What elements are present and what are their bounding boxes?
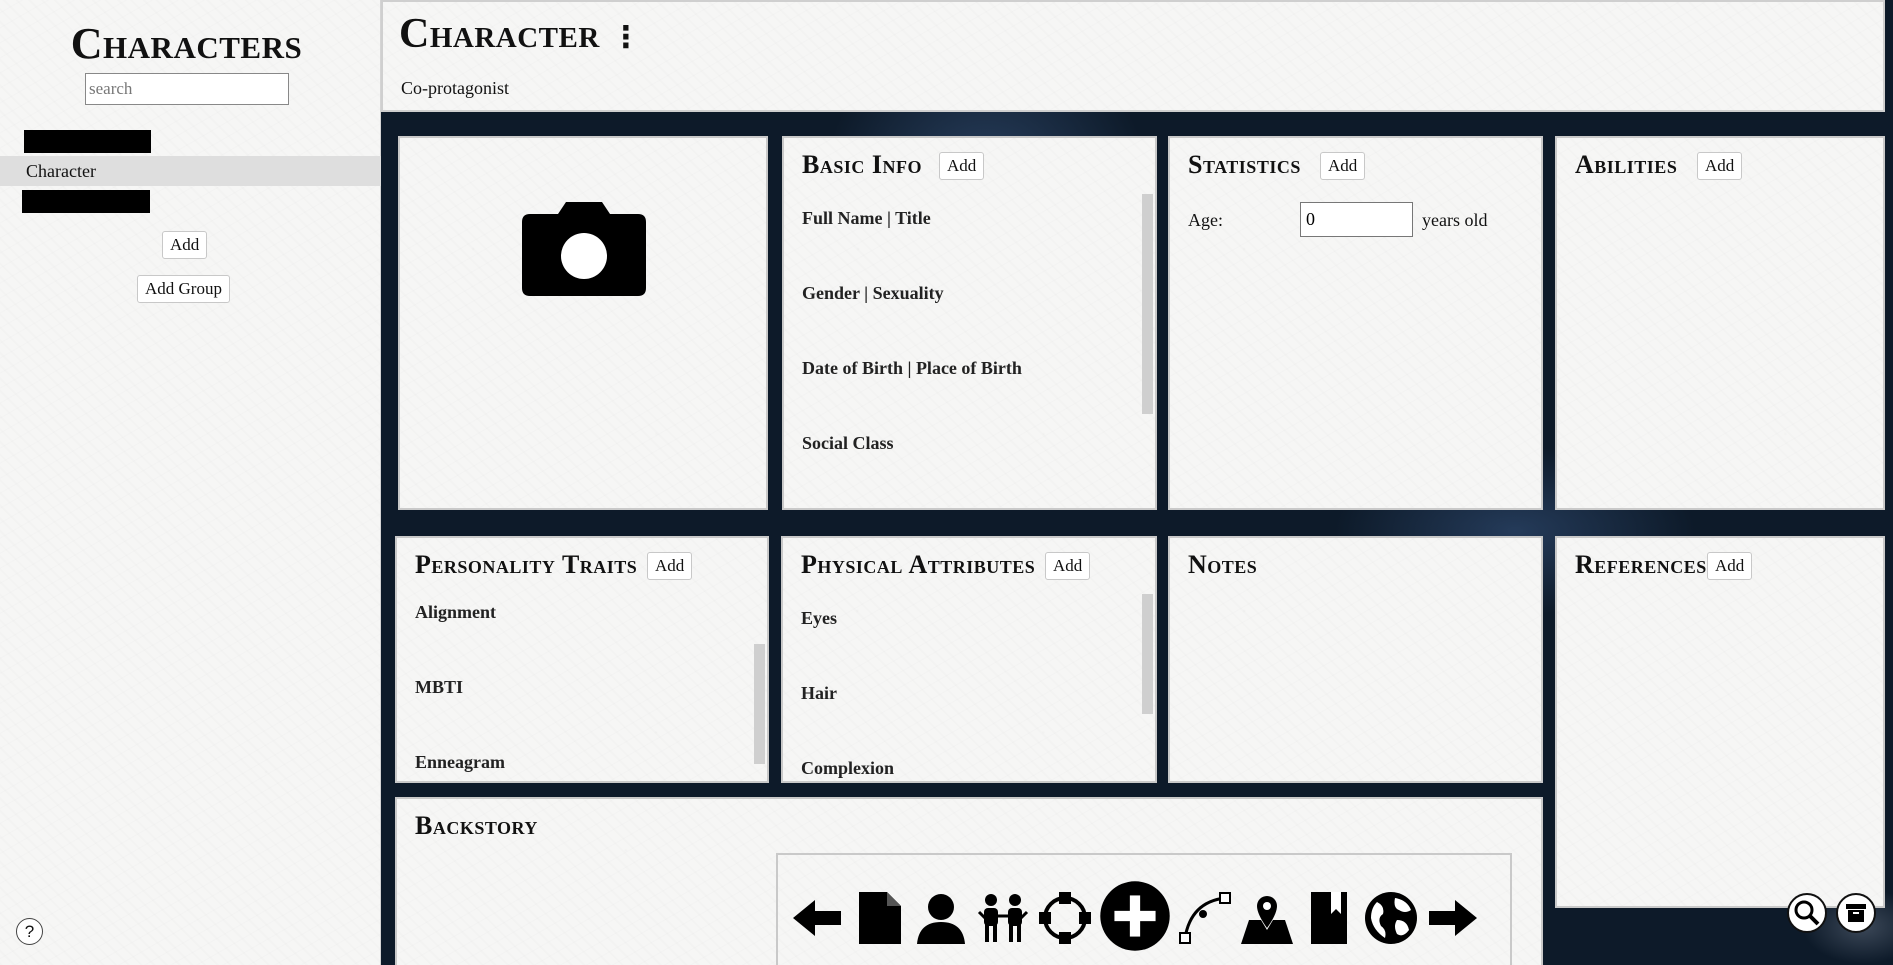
abilities-title: Abilities <box>1575 150 1678 179</box>
physical-add-button[interactable]: Add <box>1045 552 1091 580</box>
references-title: References <box>1575 550 1707 579</box>
document-icon[interactable] <box>850 889 908 947</box>
header-panel: Character ⋮ Co-protagonist <box>381 0 1885 112</box>
age-input[interactable] <box>1300 202 1413 237</box>
references-panel: References Add <box>1555 536 1885 908</box>
notes-title: Notes <box>1188 550 1258 579</box>
abilities-panel: Abilities Add <box>1555 136 1885 510</box>
field-social-class[interactable]: Social Class <box>802 433 894 454</box>
plus-circle-icon[interactable] <box>1098 879 1172 953</box>
scrollbar[interactable] <box>1142 194 1153 414</box>
navigation-toolbar <box>776 853 1512 965</box>
basic-info-panel: Basic Info Add Full Name | Title Gender … <box>782 136 1157 510</box>
search-icon <box>1794 900 1820 926</box>
scrollbar[interactable] <box>754 644 765 764</box>
arrow-right-icon[interactable] <box>1424 889 1482 947</box>
field-mbti[interactable]: MBTI <box>415 677 463 698</box>
field-full-name[interactable]: Full Name | Title <box>802 208 931 229</box>
add-button[interactable]: Add <box>162 231 208 259</box>
redacted-item[interactable] <box>24 130 151 153</box>
arrow-left-icon[interactable] <box>788 889 846 947</box>
map-pin-icon[interactable] <box>1238 889 1296 947</box>
camera-icon[interactable] <box>520 200 648 296</box>
field-gender[interactable]: Gender | Sexuality <box>802 283 944 304</box>
basic-info-add-button[interactable]: Add <box>939 152 985 180</box>
personality-panel: Personality Traits Add Alignment MBTI En… <box>395 536 769 783</box>
archive-button[interactable] <box>1836 893 1876 933</box>
circle-node-icon[interactable] <box>1036 889 1094 947</box>
page-subtitle: Co-protagonist <box>401 78 509 98</box>
age-label: Age: <box>1188 210 1223 230</box>
statistics-title: Statistics <box>1188 150 1301 179</box>
zoom-search-button[interactable] <box>1787 893 1827 933</box>
search-input[interactable] <box>85 73 289 105</box>
sidebar: Characters Character Add Add Group ? <box>0 0 381 965</box>
page-title-text: Character <box>399 11 600 57</box>
field-complexion[interactable]: Complexion <box>801 758 894 779</box>
add-group-button[interactable]: Add Group <box>137 275 230 303</box>
main-area: Character ⋮ Co-protagonist Basic Info Ad… <box>381 0 1893 965</box>
personality-add-button[interactable]: Add <box>647 552 693 580</box>
basic-info-title: Basic Info <box>802 150 922 179</box>
menu-dots-icon[interactable]: ⋮ <box>611 20 642 55</box>
field-alignment[interactable]: Alignment <box>415 602 496 623</box>
book-icon[interactable] <box>1300 889 1358 947</box>
statistics-add-button[interactable]: Add <box>1320 152 1366 180</box>
backstory-title: Backstory <box>415 811 538 840</box>
field-date-of-birth[interactable]: Date of Birth | Place of Birth <box>802 358 1022 379</box>
people-icon[interactable] <box>974 889 1032 947</box>
age-suffix: years old <box>1422 210 1488 230</box>
physical-title: Physical Attributes <box>801 550 1036 579</box>
notes-panel[interactable]: Notes <box>1168 536 1543 783</box>
abilities-add-button[interactable]: Add <box>1697 152 1743 180</box>
statistics-panel: Statistics Add Age: years old <box>1168 136 1543 510</box>
globe-icon[interactable] <box>1362 889 1420 947</box>
person-icon[interactable] <box>912 889 970 947</box>
references-add-button[interactable]: Add <box>1707 552 1753 580</box>
sidebar-item-selected[interactable]: Character <box>0 156 381 186</box>
field-hair[interactable]: Hair <box>801 683 837 704</box>
curve-path-icon[interactable] <box>1176 889 1234 947</box>
help-button[interactable]: ? <box>16 918 43 945</box>
physical-panel: Physical Attributes Add Eyes Hair Comple… <box>781 536 1157 783</box>
field-eyes[interactable]: Eyes <box>801 608 837 629</box>
sidebar-title: Characters <box>70 19 303 68</box>
archive-icon <box>1846 904 1866 922</box>
field-enneagram[interactable]: Enneagram <box>415 752 505 773</box>
scrollbar[interactable] <box>1142 594 1153 714</box>
personality-title: Personality Traits <box>415 550 638 579</box>
portrait-panel[interactable] <box>398 136 768 510</box>
page-title: Character ⋮ <box>399 10 641 58</box>
redacted-item[interactable] <box>22 190 150 213</box>
